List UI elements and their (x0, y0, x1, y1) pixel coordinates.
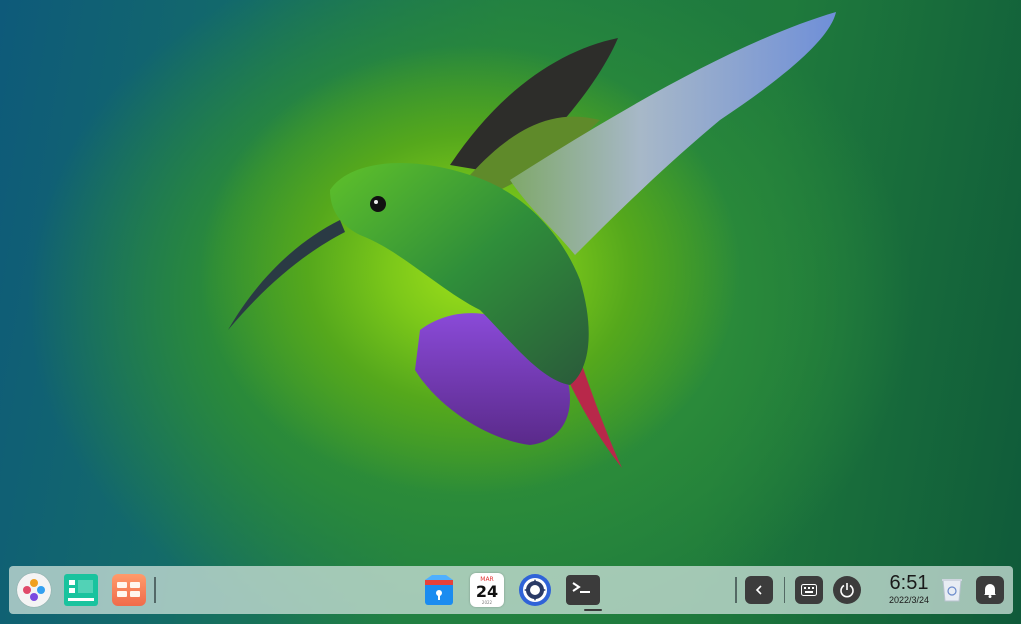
taskbar-dock: MAR 24 2022 6:51 2022/3/24 (9, 566, 1013, 614)
terminal-active-indicator (584, 609, 602, 611)
keyboard-button[interactable] (791, 572, 827, 608)
calendar-icon: MAR 24 2022 (470, 573, 504, 607)
app-store-icon (425, 575, 453, 605)
clock-time: 6:51 (889, 572, 929, 594)
power-icon (833, 576, 861, 604)
trash-button[interactable] (934, 572, 970, 608)
power-button[interactable] (829, 572, 865, 608)
calendar-day: 24 (475, 582, 499, 601)
workspaces-icon (112, 574, 146, 606)
calendar-year: 2022 (481, 600, 493, 605)
hummingbird-image (228, 12, 836, 468)
multitasking-view-button[interactable] (63, 572, 99, 608)
control-center-icon (519, 574, 551, 606)
control-center-button[interactable] (517, 572, 553, 608)
app-store-button[interactable] (421, 572, 457, 608)
launcher-icon (17, 573, 51, 607)
dock-separator-left (154, 577, 156, 603)
calendar-button[interactable]: MAR 24 2022 (469, 572, 505, 608)
bell-icon (976, 576, 1004, 604)
chevron-left-icon (745, 576, 773, 604)
launcher-button[interactable] (16, 572, 52, 608)
clock-date: 2022/3/24 (888, 595, 930, 605)
notification-button[interactable] (972, 572, 1008, 608)
trash-icon (942, 579, 962, 602)
terminal-icon (566, 575, 600, 605)
tray-collapse-button[interactable] (741, 572, 777, 608)
multitasking-view-icon (64, 574, 98, 606)
clock[interactable]: 6:51 2022/3/24 (875, 572, 943, 610)
workspaces-button[interactable] (111, 572, 147, 608)
terminal-button[interactable] (565, 572, 601, 608)
keyboard-icon (795, 576, 823, 604)
tray-separator (784, 577, 785, 603)
desktop-wallpaper (0, 0, 1021, 624)
dock-separator-right (735, 577, 737, 603)
